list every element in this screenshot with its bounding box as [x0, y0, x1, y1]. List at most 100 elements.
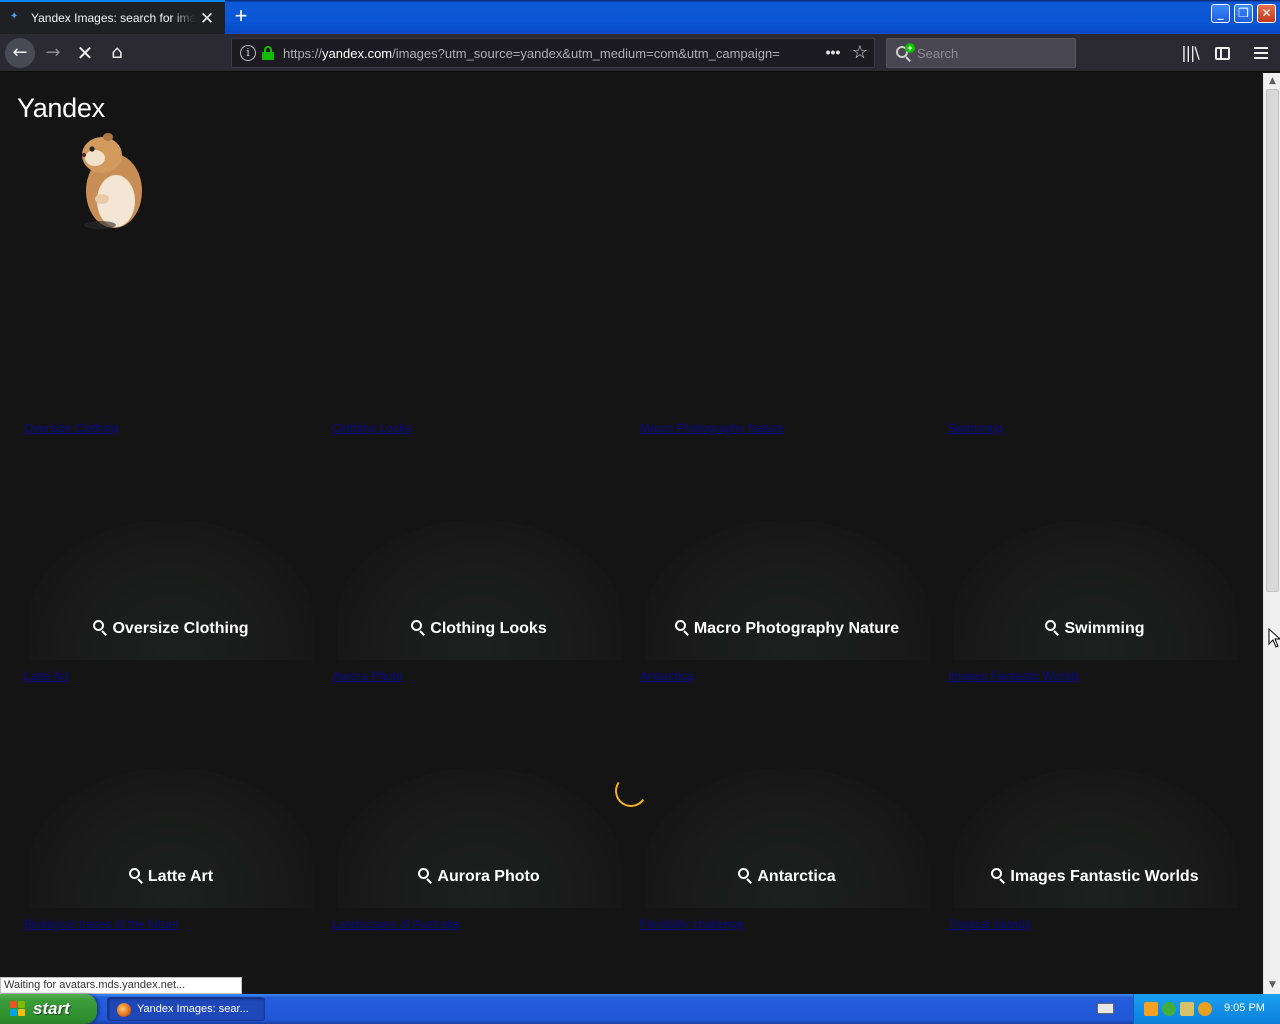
scrollbar-thumb[interactable]	[1266, 89, 1279, 592]
stop-icon[interactable]: ✕	[70, 38, 100, 68]
image-card[interactable]: Oversize Clothing	[21, 520, 321, 660]
card-caption: Swimming	[945, 618, 1245, 638]
card-caption: Oversize Clothing	[21, 618, 321, 638]
tab-strip: ✦ Yandex Images: search for images ✕ + _…	[0, 0, 1280, 34]
image-link-row: Latte Art Aurora Photo Antarctica Images…	[0, 669, 1263, 685]
image-link[interactable]: Antarctica	[640, 669, 930, 683]
library-icon[interactable]: |||\	[1175, 38, 1205, 68]
search-icon	[128, 868, 144, 884]
search-icon	[418, 868, 433, 884]
window-minimize-button[interactable]: _	[1211, 4, 1230, 23]
back-arrow-icon[interactable]: ←	[5, 38, 35, 68]
search-input[interactable]	[917, 44, 1067, 62]
card-caption: Macro Photography Nature	[637, 618, 937, 638]
url-scheme: https://	[283, 46, 323, 61]
card-placeholder	[645, 768, 929, 908]
sidebar-icon[interactable]	[1207, 38, 1237, 68]
search-box[interactable]: +	[886, 38, 1076, 68]
tab-title: Yandex Images: search for images	[31, 11, 195, 27]
card-placeholder	[337, 768, 621, 908]
lock-icon[interactable]	[262, 46, 274, 60]
image-link[interactable]: Landscapes of Australia	[332, 917, 622, 931]
image-card[interactable]: Antarctica	[637, 768, 937, 908]
new-tab-button[interactable]: +	[230, 4, 252, 28]
image-link[interactable]: Tropical islands	[948, 917, 1238, 931]
image-link[interactable]: Aurora Photo	[332, 669, 622, 683]
mouse-cursor-icon	[1268, 628, 1280, 648]
info-icon[interactable]: i	[240, 45, 256, 61]
tray-tools-icon[interactable]	[1180, 1002, 1194, 1016]
clock[interactable]: 9:05 PM	[1224, 1002, 1265, 1014]
card-placeholder	[29, 520, 313, 660]
forward-arrow-icon[interactable]: →	[38, 38, 68, 68]
card-caption-text: Macro Photography Nature	[693, 620, 900, 637]
start-label: start	[33, 999, 70, 1018]
image-link[interactable]: Images Fantastic Worlds	[948, 669, 1238, 683]
address-bar[interactable]: i https://yandex.com/images?utm_source=y…	[231, 38, 875, 68]
tray-shield-icon[interactable]	[1144, 1002, 1158, 1016]
image-link-row: Biological traces of the future Landscap…	[0, 917, 1263, 933]
vertical-scrollbar[interactable]: ▲ ▼	[1263, 73, 1280, 994]
image-card[interactable]: Macro Photography Nature	[637, 520, 937, 660]
url-text[interactable]: https://yandex.com/images?utm_source=yan…	[283, 46, 815, 62]
taskbar-window-label: Yandex Images: sear...	[137, 1003, 249, 1015]
image-card[interactable]: Clothing Looks	[329, 520, 629, 660]
scroll-down-arrow-icon[interactable]: ▼	[1265, 978, 1280, 993]
more-actions-icon[interactable]: •••	[822, 43, 844, 63]
scroll-up-arrow-icon[interactable]: ▲	[1265, 74, 1280, 89]
card-caption: Aurora Photo	[329, 866, 629, 886]
card-caption-text: Latte Art	[147, 868, 214, 885]
image-link[interactable]: Biological traces of the future	[24, 917, 314, 931]
image-card[interactable]: Latte Art	[21, 768, 321, 908]
menu-icon[interactable]	[1246, 38, 1276, 68]
card-caption-text: Swimming	[1064, 620, 1145, 637]
card-caption-text: Images Fantastic Worlds	[1010, 868, 1199, 885]
image-link[interactable]: Latte Art	[24, 669, 314, 683]
image-card[interactable]: Aurora Photo	[329, 768, 629, 908]
start-button[interactable]: start	[0, 994, 97, 1024]
image-link[interactable]: Macro Photography Nature	[640, 421, 930, 435]
url-path: /images?utm_source=yandex&utm_medium=com…	[392, 46, 780, 61]
tray-network-icon[interactable]	[1162, 1002, 1176, 1016]
card-placeholder	[645, 520, 929, 660]
card-caption-text: Oversize Clothing	[112, 620, 249, 637]
taskbar-window-button[interactable]: Yandex Images: sear...	[107, 997, 265, 1021]
card-caption: Latte Art	[21, 866, 321, 886]
keyboard-icon[interactable]	[1097, 1003, 1114, 1014]
windows-taskbar: start Yandex Images: sear... 9:05 PM	[0, 994, 1280, 1024]
search-icon	[738, 868, 753, 884]
search-icon	[674, 620, 690, 636]
image-link[interactable]: Clothing Looks	[332, 421, 622, 435]
search-icon[interactable]: +	[895, 43, 915, 63]
search-icon	[991, 868, 1006, 884]
image-card[interactable]: Swimming	[945, 520, 1245, 660]
hamster-mascot-image	[82, 133, 142, 229]
system-tray: 9:05 PM	[1133, 994, 1280, 1024]
search-icon	[93, 620, 108, 636]
image-card[interactable]: Images Fantastic Worlds	[945, 768, 1245, 908]
window-close-button[interactable]: ✕	[1257, 4, 1276, 23]
card-caption: Images Fantastic Worlds	[945, 866, 1245, 886]
card-caption-text: Clothing Looks	[430, 620, 547, 637]
image-link[interactable]: Flexibility challenge	[640, 917, 930, 931]
windows-logo-icon	[10, 1001, 26, 1017]
search-icon	[411, 620, 426, 636]
card-placeholder	[953, 768, 1237, 908]
firefox-icon	[117, 1003, 131, 1017]
card-caption: Antarctica	[637, 866, 937, 886]
image-link[interactable]: Swimming	[948, 421, 1238, 435]
bookmark-star-icon[interactable]: ☆	[849, 42, 871, 64]
tray-search-icon[interactable]	[1198, 1002, 1212, 1016]
home-icon[interactable]: ⌂	[102, 38, 132, 68]
window-restore-button[interactable]: ❐	[1234, 4, 1253, 23]
image-link[interactable]: Oversize Clothing	[24, 421, 314, 435]
tab-loading-favicon-icon: ✦	[10, 11, 19, 22]
image-link-row: Oversize Clothing Clothing Looks Macro P…	[0, 421, 1263, 437]
search-icon	[1045, 620, 1060, 636]
yandex-logo[interactable]: Yandex	[17, 93, 105, 124]
card-caption: Clothing Looks	[329, 618, 629, 638]
url-host: yandex.com	[322, 46, 393, 61]
tab-close-icon[interactable]: ✕	[198, 10, 216, 28]
browser-tab[interactable]: ✦ Yandex Images: search for images ✕	[0, 0, 225, 34]
page-viewport: Yandex Oversize Clothing Clothing Looks …	[0, 73, 1263, 994]
